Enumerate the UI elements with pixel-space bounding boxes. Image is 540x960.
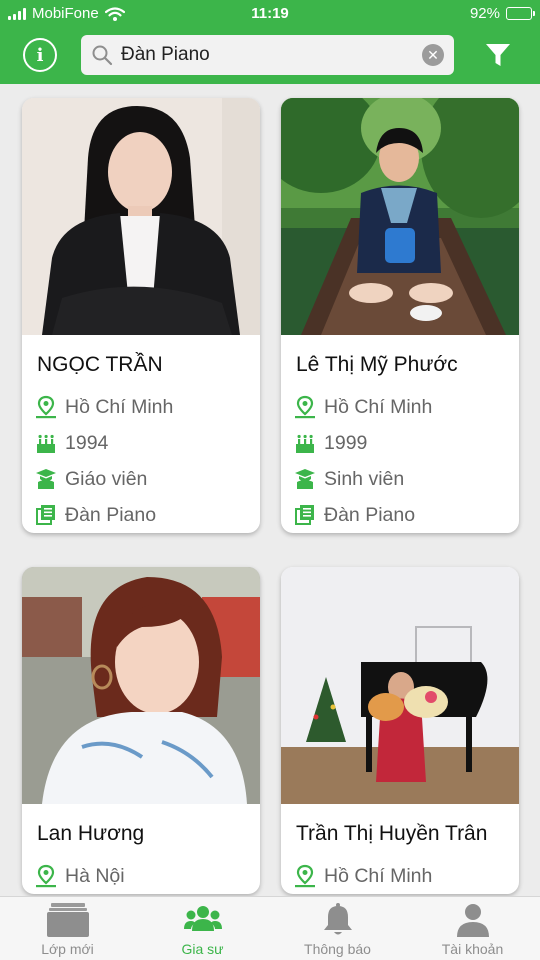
location-pin-icon [36,864,56,888]
tutor-photo [281,567,519,804]
tutor-birth-year: 1999 [281,425,519,461]
tutors-icon [183,906,222,931]
tab-notifications[interactable]: Thông báo [270,897,405,960]
tutor-card[interactable]: Lê Thị Mỹ Phước Hồ Chí Minh 1999 Sinh vi… [281,98,519,533]
tutor-photo [281,98,519,335]
info-icon: i [36,44,44,66]
tutor-birth-year: 1994 [22,425,260,461]
tutor-card[interactable]: NGỌC TRẦN Hồ Chí Minh 1994 Giáo viên Đàn… [22,98,260,533]
bottom-tab-bar: Lớp mới Gia sư Thông báo Tài khoản [0,896,540,960]
bell-icon [323,903,352,935]
tutor-location: Hà Nội [22,858,260,894]
tab-tutors[interactable]: Gia sư [135,897,270,960]
tutor-occupation: Sinh viên [281,461,519,497]
occupation-text: Sinh viên [324,467,405,490]
tutor-name: Lê Thị Mỹ Phước [296,353,458,376]
tutor-photo [22,98,260,335]
subject-text: Đàn Piano [324,503,416,526]
tutor-location: Hồ Chí Minh [281,858,519,894]
clear-search-button[interactable]: ✕ [422,44,444,66]
tab-label: Thông báo [304,941,371,957]
tutor-name: NGỌC TRẦN [37,353,163,376]
location-pin-icon [295,864,315,888]
tab-new-classes[interactable]: Lớp mới [0,897,135,960]
tab-label: Tài khoản [441,941,504,957]
location-text: Hà Nội [65,864,125,887]
birth-year-text: 1994 [65,431,109,454]
tutor-subject: Đàn Piano [22,497,260,533]
info-button[interactable]: i [23,38,57,72]
birthday-cake-icon [296,434,314,453]
location-pin-icon [36,395,56,419]
location-text: Hồ Chí Minh [324,864,433,887]
tutor-subject: Đàn Piano [281,497,519,533]
search-input[interactable] [121,41,411,69]
birthday-cake-icon [37,434,55,453]
occupation-text: Giáo viên [65,467,148,490]
birth-year-text: 1999 [324,431,368,454]
graduation-cap-icon [36,469,56,489]
tutor-location: Hồ Chí Minh [281,389,519,425]
location-text: Hồ Chí Minh [65,395,174,418]
graduation-cap-icon [295,469,315,489]
tab-label: Lớp mới [41,941,94,957]
battery-percent: 92% [469,5,500,22]
search-bar[interactable]: ✕ [81,35,454,75]
location-text: Hồ Chí Minh [324,395,433,418]
tutor-location: Hồ Chí Minh [22,389,260,425]
tutor-card[interactable]: Trần Thị Huyền Trân Hồ Chí Minh [281,567,519,894]
location-pin-icon [295,395,315,419]
tutor-occupation: Giáo viên [22,461,260,497]
tutor-name: Trần Thị Huyền Trân [296,822,488,845]
status-bar: MobiFone 11:19 92% [0,0,540,28]
status-time: 11:19 [251,5,289,22]
account-icon [456,904,489,937]
tutor-card[interactable]: Lan Hương Hà Nội [22,567,260,894]
book-icon [36,505,55,525]
tutor-list: NGỌC TRẦN Hồ Chí Minh 1994 Giáo viên Đàn… [0,84,540,896]
app-header: MobiFone 11:19 92% i ✕ [0,0,540,84]
battery-icon [506,7,535,20]
close-icon: ✕ [427,47,439,63]
tab-label: Gia sư [181,941,224,957]
subject-text: Đàn Piano [65,503,157,526]
search-icon [92,45,113,66]
book-icon [295,505,314,525]
filter-icon[interactable] [485,42,511,68]
tab-account[interactable]: Tài khoản [405,897,540,960]
tutor-name: Lan Hương [37,822,145,845]
tutor-photo [22,567,260,804]
classes-icon [46,903,89,937]
